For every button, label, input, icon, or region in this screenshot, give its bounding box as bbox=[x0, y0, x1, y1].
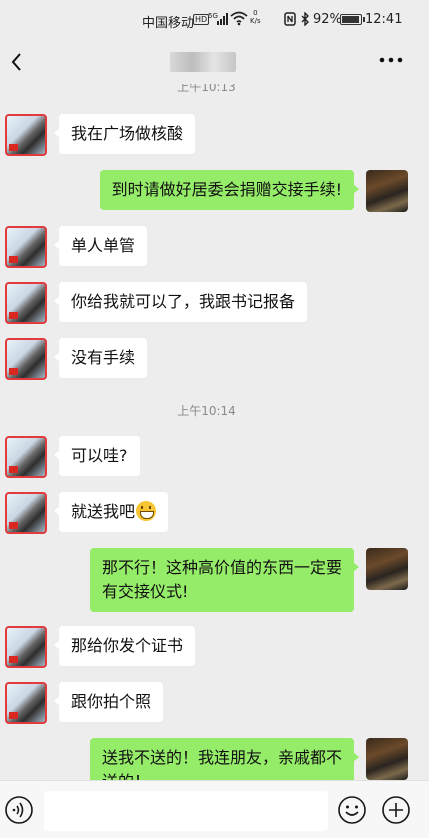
my-message-bubble[interactable]: 送我不送的！我连朋友，亲戚都不送的！ bbox=[89, 738, 360, 780]
message-text: 我在广场做核酸 bbox=[71, 124, 184, 143]
status-time: 12:41 bbox=[365, 12, 403, 27]
more-button[interactable] bbox=[378, 54, 404, 70]
peer-avatar[interactable] bbox=[5, 492, 47, 534]
message-timestamp: 上午10:14 bbox=[177, 404, 236, 418]
message-text-line: 有交接仪式! bbox=[101, 582, 189, 601]
my-message-bubble[interactable]: 那不行！这种高价值的东西一定要 有交接仪式! bbox=[89, 548, 360, 612]
message-text: 就送我吧 bbox=[71, 502, 136, 521]
battery-icon bbox=[340, 14, 365, 25]
network-speed: 0 K/s bbox=[250, 9, 261, 25]
message-text: 单人单管 bbox=[71, 236, 136, 255]
network-speed-unit: K/s bbox=[250, 17, 261, 25]
battery-percent: 92% bbox=[313, 12, 342, 27]
hd-badge: HD bbox=[193, 14, 210, 25]
peer-message-bubble[interactable]: 没有手续 bbox=[53, 338, 148, 378]
message-input[interactable] bbox=[44, 791, 328, 831]
voice-icon bbox=[5, 796, 33, 824]
my-message-bubble[interactable]: 到时请做好居委会捐赠交接手续! bbox=[99, 170, 360, 210]
more-dots-icon bbox=[379, 57, 403, 63]
chat-title-redacted bbox=[170, 52, 236, 72]
message-text: 没有手续 bbox=[71, 348, 136, 367]
voice-button[interactable] bbox=[4, 795, 34, 825]
peer-message-bubble[interactable]: 单人单管 bbox=[53, 226, 148, 266]
chat-header bbox=[0, 40, 429, 84]
peer-avatar[interactable] bbox=[5, 226, 47, 268]
peer-avatar[interactable] bbox=[5, 338, 47, 380]
my-avatar[interactable] bbox=[366, 170, 408, 212]
peer-message-bubble[interactable]: 跟你拍个照 bbox=[53, 682, 164, 722]
peer-avatar[interactable] bbox=[5, 282, 47, 324]
chat-message-list[interactable]: 上午10:13 我在广场做核酸 到时请做好居委会捐赠交接手续! 单人单管 你给我… bbox=[0, 84, 429, 780]
bluetooth-icon bbox=[300, 11, 310, 30]
message-text-line: 送的！ bbox=[102, 770, 342, 780]
peer-message-bubble[interactable]: 可以哇? bbox=[54, 436, 140, 476]
peer-avatar[interactable] bbox=[5, 626, 47, 668]
wifi-icon bbox=[230, 10, 248, 30]
my-avatar[interactable] bbox=[366, 738, 408, 780]
peer-avatar[interactable] bbox=[5, 682, 47, 724]
carrier-name: 中国移动 bbox=[142, 16, 195, 31]
message-timestamp: 上午10:13 bbox=[177, 84, 236, 94]
message-text: 到时请做好居委会捐赠交接手续! bbox=[111, 180, 342, 199]
plus-icon bbox=[382, 796, 410, 824]
peer-message-bubble[interactable]: 你给我就可以了，我跟书记报备 bbox=[53, 282, 308, 322]
my-avatar[interactable] bbox=[366, 548, 408, 590]
emoji-button[interactable] bbox=[337, 795, 367, 825]
peer-avatar[interactable] bbox=[5, 436, 47, 478]
more-functions-button[interactable] bbox=[381, 795, 411, 825]
signal-icon: 5G bbox=[208, 12, 228, 30]
message-text: 可以哇? bbox=[71, 446, 128, 465]
svg-text:5G: 5G bbox=[208, 12, 218, 20]
grin-emoji-icon bbox=[136, 501, 157, 521]
peer-message-bubble[interactable]: 那给你发个证书 bbox=[53, 626, 196, 666]
message-text: 那给你发个证书 bbox=[71, 636, 184, 655]
status-bar: 中国移动 HD 5G 0 K/s 92% 12:41 bbox=[0, 0, 429, 40]
peer-message-bubble[interactable]: 我在广场做核酸 bbox=[53, 114, 196, 154]
message-text: 你给我就可以了，我跟书记报备 bbox=[71, 292, 296, 311]
peer-message-bubble[interactable]: 就送我吧 bbox=[53, 492, 169, 532]
back-button[interactable] bbox=[4, 48, 32, 76]
battery-fill bbox=[342, 16, 359, 23]
message-text-line: 那不行！这种高价值的东西一定要 bbox=[101, 558, 342, 577]
network-speed-value: 0 bbox=[253, 9, 258, 17]
nfc-icon bbox=[284, 12, 296, 30]
emoji-icon bbox=[338, 796, 366, 824]
chevron-left-icon bbox=[11, 53, 21, 71]
input-bar bbox=[0, 780, 429, 838]
peer-avatar[interactable] bbox=[5, 114, 47, 156]
message-text-line: 送我不送的！我连朋友，亲戚都不 bbox=[101, 748, 342, 767]
message-text: 跟你拍个照 bbox=[71, 692, 152, 711]
